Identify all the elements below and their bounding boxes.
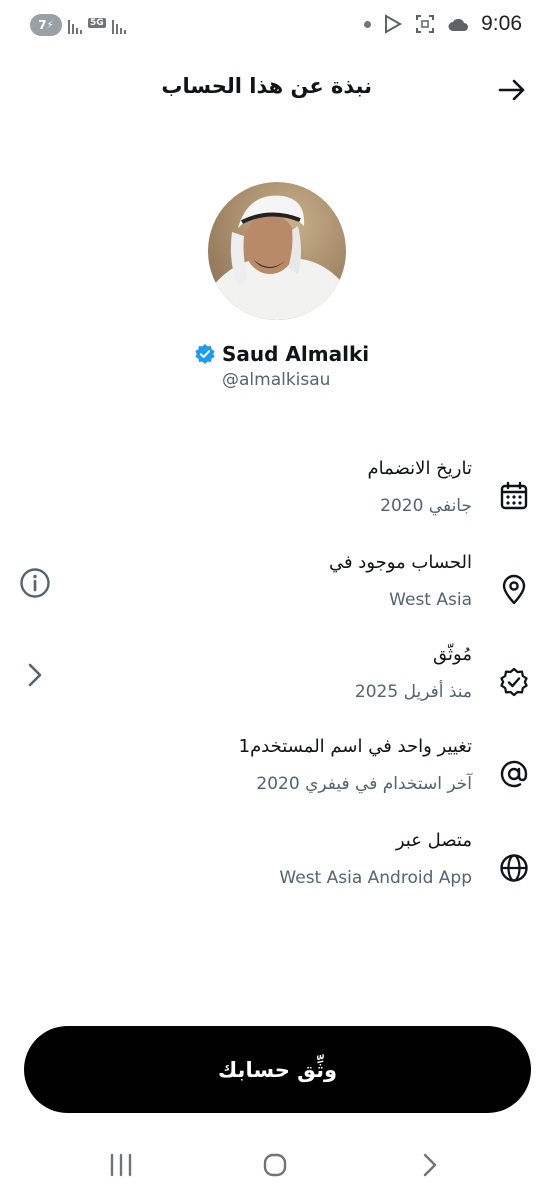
network-type: 5G <box>88 18 106 28</box>
calendar-icon <box>500 481 528 510</box>
row-subtitle: آخر استخدام في فيفري 2020 <box>256 774 472 794</box>
globe-icon <box>500 854 528 882</box>
status-left-group: 7 ⚡ 5G <box>30 14 126 36</box>
avatar-image <box>208 182 346 320</box>
back-arrow-icon[interactable] <box>496 74 528 106</box>
signal-icon-2 <box>111 16 126 34</box>
status-right-group: 9:06 <box>364 12 522 36</box>
at-sign-icon <box>500 760 528 788</box>
row-title: مُوثّق <box>433 644 472 665</box>
info-row-joined: تاريخ الانضمام جانفي 2020 <box>0 458 554 538</box>
avatar[interactable] <box>208 182 346 320</box>
info-row-verified: مُوثّق منذ أفريل 2025 <box>0 644 554 724</box>
signal-icon <box>68 16 82 34</box>
notification-dot-icon <box>364 20 372 28</box>
row-subtitle: West Asia Android App <box>279 868 472 888</box>
row-title: متصل عبر <box>395 830 472 851</box>
verify-account-button[interactable]: وثِّق حسابك <box>24 1026 531 1113</box>
header: نبذة عن هذا الحساب <box>0 60 554 120</box>
row-subtitle: جانفي 2020 <box>380 496 472 516</box>
system-nav-bar <box>0 1140 554 1190</box>
row-subtitle: منذ أفريل 2025 <box>354 682 472 702</box>
verified-check-icon <box>195 344 215 364</box>
profile-name-row: Saud Almalki <box>194 342 369 366</box>
battery-indicator: 7 ⚡ <box>30 14 62 36</box>
signal-5g-icon: 5G <box>88 16 106 34</box>
location-pin-icon <box>502 574 526 605</box>
home-icon[interactable] <box>260 1150 290 1180</box>
recent-apps-icon[interactable] <box>106 1150 136 1180</box>
battery-level: 7 <box>38 18 47 32</box>
row-subtitle: West Asia <box>389 590 472 610</box>
verify-account-label: وثِّق حسابك <box>218 1057 338 1082</box>
row-title: تغيير واحد في اسم المستخدم1 <box>238 736 472 757</box>
status-bar: 7 ⚡ 5G 9:06 <box>0 0 554 52</box>
cloud-icon <box>448 18 469 31</box>
row-title: الحساب موجود في <box>328 552 472 573</box>
profile-name: Saud Almalki <box>222 342 370 366</box>
verified-badge-icon <box>500 667 528 697</box>
info-row-connected-via: متصل عبر West Asia Android App <box>0 830 554 910</box>
chevron-left-icon[interactable] <box>18 658 52 692</box>
row-title: تاريخ الانضمام <box>367 458 472 479</box>
info-row-username-change: تغيير واحد في اسم المستخدم1 آخر استخدام … <box>0 736 554 816</box>
clock: 9:06 <box>481 12 522 35</box>
back-nav-icon[interactable] <box>415 1150 445 1180</box>
screenshot-icon <box>416 15 435 33</box>
info-row-location: الحساب موجود في West Asia <box>0 552 554 632</box>
profile-handle: @almalkisau <box>222 370 331 390</box>
page-title: نبذة عن هذا الحساب <box>161 74 372 98</box>
info-icon[interactable] <box>18 566 52 600</box>
play-store-icon <box>385 14 403 34</box>
